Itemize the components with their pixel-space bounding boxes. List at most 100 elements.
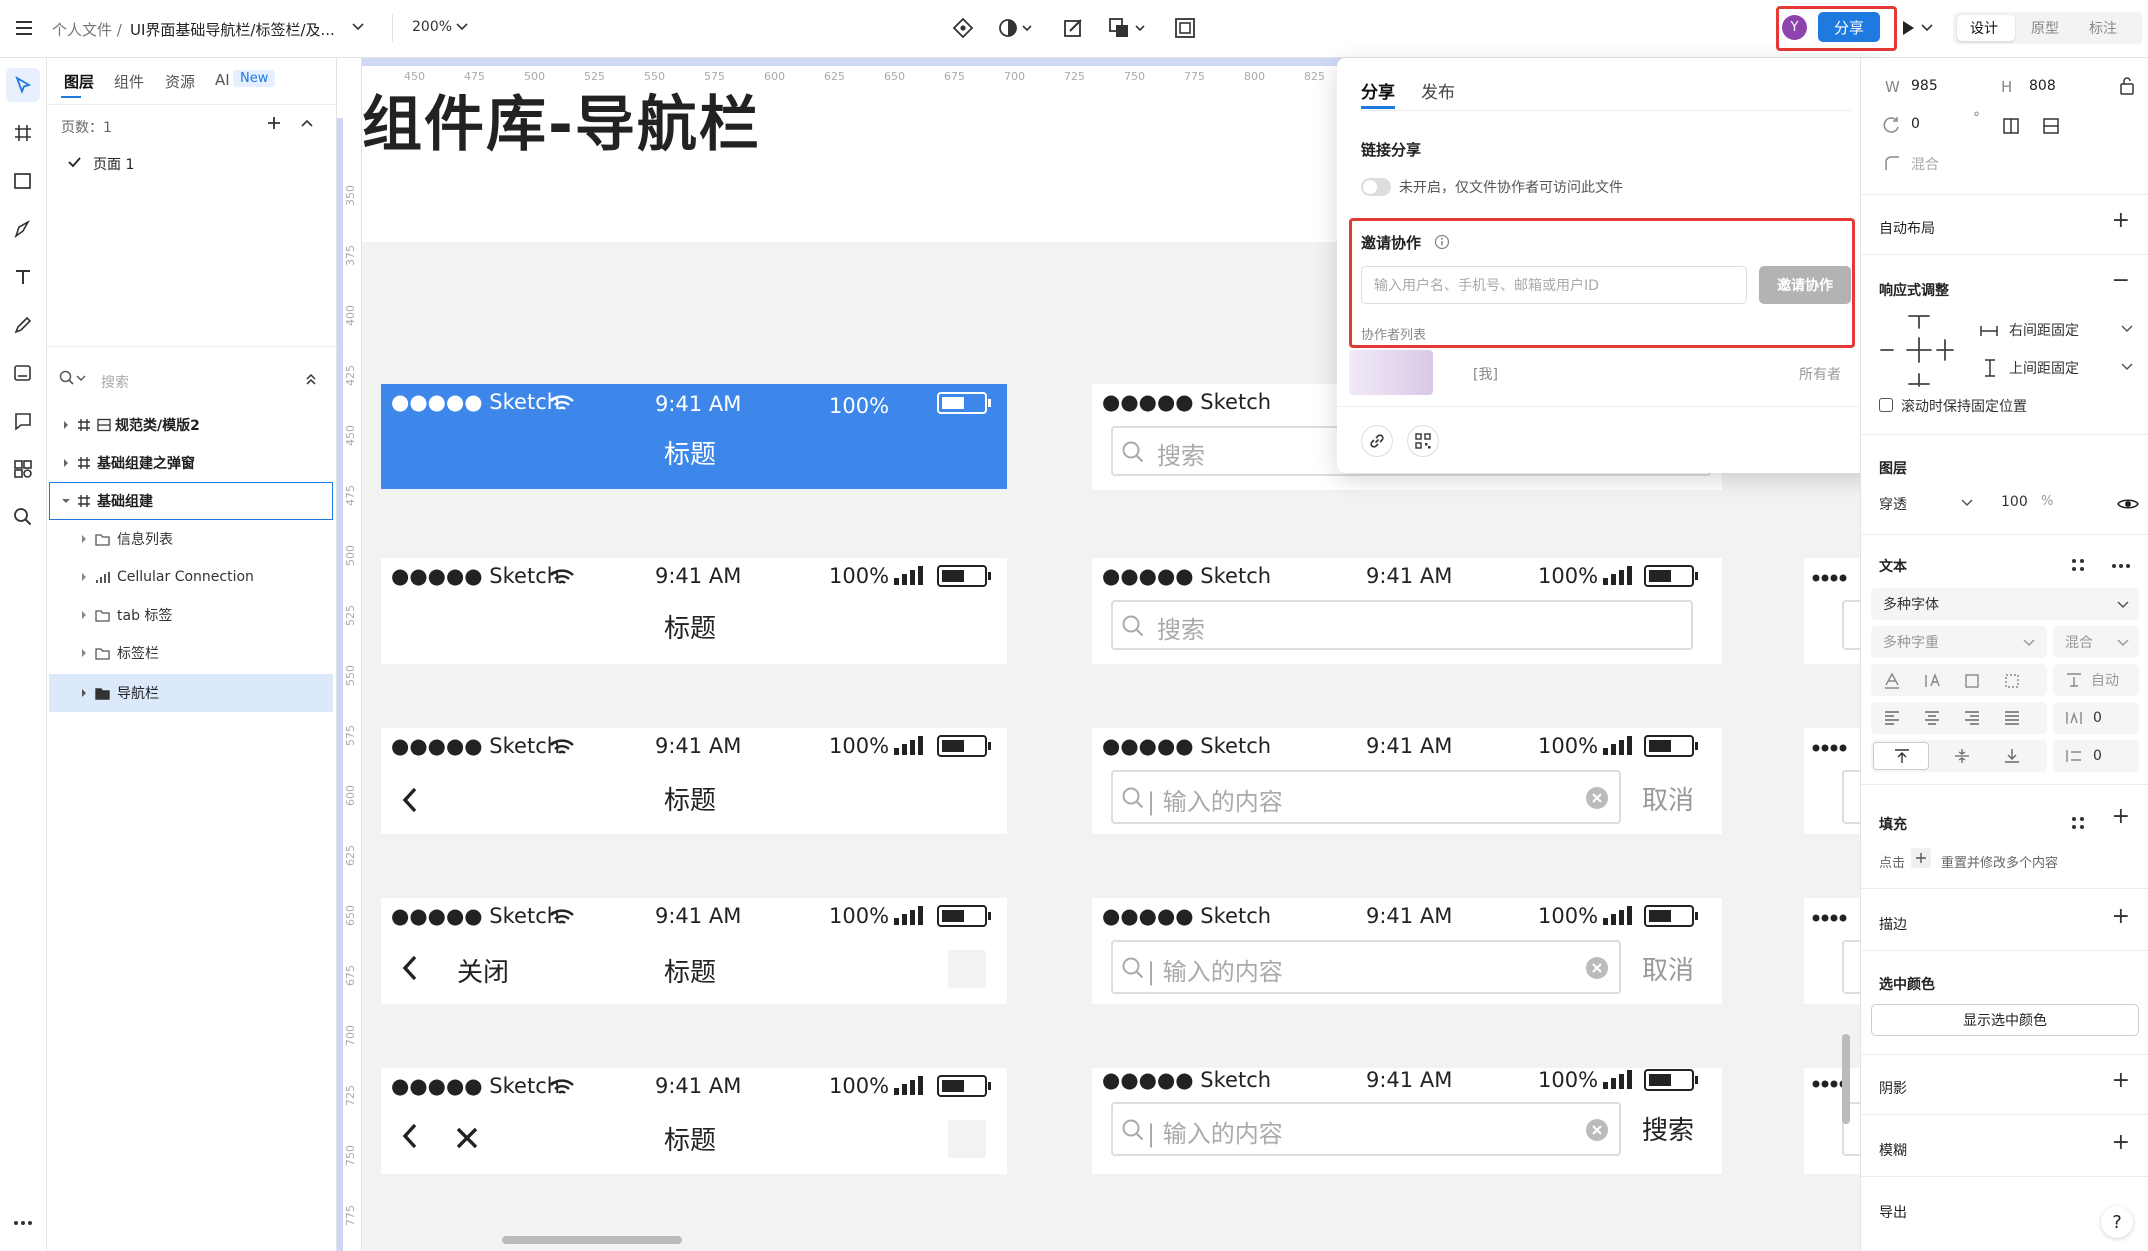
rotation-value[interactable]: 0 xyxy=(1911,116,1920,132)
search-field[interactable]: | 输入的内容 xyxy=(1111,940,1621,994)
search-bar-card[interactable]: ●●●●● Sketch 9:41 AM 100% | 输入的内容 搜索 xyxy=(1092,1068,1722,1174)
constraints-widget-icon[interactable] xyxy=(1879,312,1959,388)
tab-share[interactable]: 分享 xyxy=(1361,78,1395,103)
letter-spacing-field[interactable]: 0 xyxy=(2053,702,2139,734)
horizontal-scrollbar[interactable] xyxy=(502,1236,682,1244)
move-tool-icon[interactable] xyxy=(6,68,40,102)
title-chevron-down-icon[interactable] xyxy=(352,22,364,32)
top-fixed-select[interactable]: 上间距固定 xyxy=(2009,358,2079,378)
chevron-down-icon[interactable] xyxy=(2121,324,2133,334)
help-button[interactable]: ? xyxy=(2101,1206,2133,1238)
show-selection-colors-button[interactable]: 显示选中颜色 xyxy=(1871,1004,2139,1036)
collapse-all-icon[interactable] xyxy=(305,372,317,386)
font-family-select[interactable]: 多种字体 xyxy=(1871,588,2139,620)
tab-prototype[interactable]: 原型 xyxy=(2031,18,2059,38)
vertical-align-top-active[interactable] xyxy=(1873,742,1929,770)
link-share-toggle[interactable] xyxy=(1361,178,1391,196)
layer-row[interactable]: 信息列表 xyxy=(47,520,337,558)
nav-bar-card[interactable]: ●●●●● Sketch 9:41 AM 100% 标题 xyxy=(381,384,1007,489)
fixed-size-icon[interactable] xyxy=(1963,672,1981,690)
back-chevron-icon[interactable] xyxy=(401,954,419,982)
info-icon[interactable] xyxy=(1434,234,1450,250)
right-fixed-select[interactable]: 右间距固定 xyxy=(2009,320,2079,340)
scroll-fixed-checkbox[interactable] xyxy=(1879,398,1893,412)
layer-row-selected[interactable]: 基础组建 xyxy=(49,482,333,520)
cancel-label[interactable]: 取消 xyxy=(1642,780,1694,817)
add-page-icon[interactable] xyxy=(265,114,283,132)
align-right-icon[interactable] xyxy=(1963,710,1981,726)
search-bar-card[interactable]: ●●●●● Sketch 9:41 AM 100% | 输入的内容 取消 xyxy=(1092,898,1722,1004)
clear-icon[interactable] xyxy=(1585,786,1609,810)
cancel-label[interactable]: 取消 xyxy=(1642,950,1694,987)
tab-components[interactable]: 组件 xyxy=(114,71,144,92)
back-chevron-icon[interactable] xyxy=(401,1122,419,1150)
add-shadow-icon[interactable]: + xyxy=(2112,1068,2130,1093)
align-middle-icon[interactable] xyxy=(1953,748,1971,764)
zoom-level[interactable]: 200% xyxy=(412,19,452,35)
user-avatar[interactable]: Y xyxy=(1782,15,1807,40)
search-field[interactable]: | 输入的内容 xyxy=(1111,770,1621,824)
mask-icon[interactable] xyxy=(998,17,1034,39)
search-field[interactable]: 搜索 xyxy=(1111,600,1693,650)
add-fill-icon[interactable]: + xyxy=(2112,804,2130,829)
tab-publish[interactable]: 发布 xyxy=(1421,78,1455,103)
collapse-responsive-icon[interactable]: − xyxy=(2112,268,2130,293)
text-styles-icon[interactable] xyxy=(2071,558,2085,572)
corner-radius-input[interactable]: 混合 xyxy=(1911,154,1939,174)
chevron-down-icon[interactable] xyxy=(2117,600,2129,610)
fill-styles-icon[interactable] xyxy=(2071,816,2085,830)
align-justify-icon[interactable] xyxy=(2003,710,2021,726)
opacity-value[interactable]: 100 xyxy=(2001,494,2028,510)
close-x-icon[interactable] xyxy=(455,1126,479,1150)
nav-bar-card[interactable]: ●●●●● Sketch 9:41 AM 100% 标题 xyxy=(381,1068,1007,1174)
invite-input[interactable]: 输入用户名、手机号、邮箱或用户ID xyxy=(1361,266,1747,304)
text-vertical-icon[interactable] xyxy=(1923,672,1941,690)
layer-row-highlighted[interactable]: 导航栏 xyxy=(49,674,333,712)
more-options-icon[interactable] xyxy=(2111,563,2131,569)
text-tool-icon[interactable] xyxy=(6,260,40,294)
clear-icon[interactable] xyxy=(1585,956,1609,980)
back-chevron-icon[interactable] xyxy=(401,786,419,814)
more-icon[interactable] xyxy=(6,1206,40,1240)
comment-tool-icon[interactable] xyxy=(6,404,40,438)
tab-assets[interactable]: 资源 xyxy=(165,71,195,92)
paragraph-spacing-field[interactable]: 0 xyxy=(2053,740,2139,772)
search-bar-card[interactable]: ●●●●● Sketch 9:41 AM 100% 搜索 xyxy=(1092,558,1722,664)
reset-fill-icon[interactable] xyxy=(1911,848,1931,868)
layer-row[interactable]: 基础组建之弹窗 xyxy=(47,444,337,482)
chevron-down-icon[interactable] xyxy=(2117,638,2129,648)
share-button[interactable]: 分享 xyxy=(1818,12,1880,42)
play-icon[interactable] xyxy=(1900,18,1936,38)
layer-search-input[interactable]: 搜索 xyxy=(101,372,129,392)
layer-row[interactable]: 标签栏 xyxy=(47,634,337,672)
w-value[interactable]: 985 xyxy=(1911,78,1938,94)
layer-row[interactable]: tab 标签 xyxy=(47,596,337,634)
clear-icon[interactable] xyxy=(1585,1118,1609,1142)
chevron-down-icon[interactable] xyxy=(1961,498,1973,508)
nav-bar-card[interactable]: ●●●●● Sketch 9:41 AM 100% 标题 xyxy=(381,728,1007,834)
nav-bar-card[interactable]: ●●●●● Sketch 9:41 AM 100% 标题 xyxy=(381,558,1007,664)
invite-button[interactable]: 邀请协作 xyxy=(1759,266,1851,304)
blend-mode-select[interactable]: 穿透 xyxy=(1879,494,1907,514)
text-color-icon[interactable] xyxy=(1883,672,1901,690)
flip-horizontal-icon[interactable] xyxy=(2001,116,2021,136)
add-blur-icon[interactable]: + xyxy=(2112,1130,2130,1155)
flip-vertical-icon[interactable] xyxy=(2041,116,2061,136)
add-stroke-icon[interactable]: + xyxy=(2112,904,2130,929)
slice-tool-icon[interactable] xyxy=(6,356,40,390)
align-left-icon[interactable] xyxy=(1883,710,1901,726)
frame-tool-icon[interactable] xyxy=(6,116,40,150)
add-auto-layout-icon[interactable]: + xyxy=(2112,208,2130,233)
tab-layers[interactable]: 图层 xyxy=(64,71,94,92)
chevron-down-icon[interactable] xyxy=(2023,638,2035,648)
frame-icon[interactable] xyxy=(1174,17,1196,39)
search-bar-card[interactable]: ●●●●● Sketch 9:41 AM 100% | 输入的内容 取消 xyxy=(1092,728,1722,834)
breadcrumb-root[interactable]: 个人文件 / xyxy=(52,19,122,40)
eye-icon[interactable] xyxy=(2117,496,2139,512)
copy-link-icon[interactable] xyxy=(1361,425,1393,457)
menu-icon[interactable] xyxy=(14,18,34,38)
close-label[interactable]: 关闭 xyxy=(457,952,509,989)
tab-annotation[interactable]: 标注 xyxy=(2089,18,2117,38)
collapse-pages-icon[interactable] xyxy=(300,118,314,128)
chevron-down-icon[interactable] xyxy=(2121,362,2133,372)
